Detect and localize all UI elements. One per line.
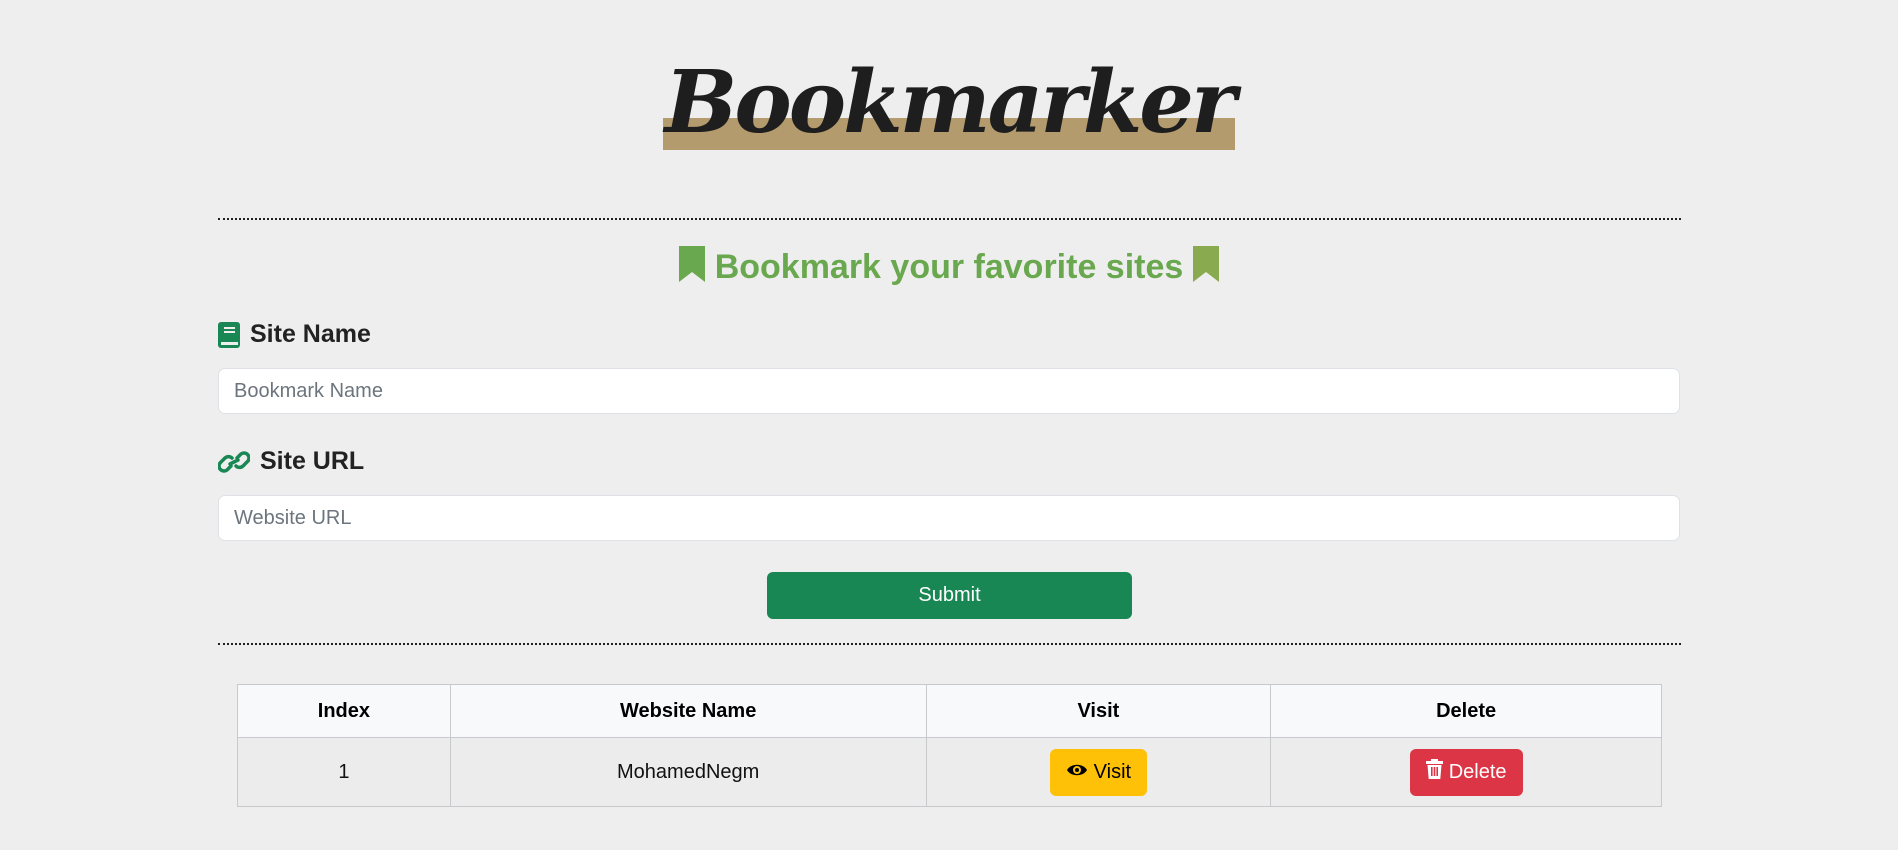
column-header-delete: Delete	[1270, 684, 1662, 738]
book-icon	[218, 321, 240, 348]
column-header-visit: Visit	[925, 684, 1272, 738]
row-delete-cell: Delete	[1270, 737, 1662, 807]
submit-button[interactable]: Submit	[767, 572, 1132, 619]
delete-button[interactable]: Delete	[1409, 748, 1523, 796]
table-row: 1 MohamedNegm Visit Delete	[237, 737, 1662, 807]
bookmarker-page: Bookmarker Bookmark your favorite sites …	[0, 0, 1898, 850]
logo-text: Bookmarker	[664, 52, 1237, 153]
delete-button-label: Delete	[1448, 760, 1507, 783]
form-heading: Bookmark your favorite sites	[0, 246, 1898, 291]
row-index: 1	[237, 737, 451, 807]
bookmark-icon	[678, 246, 705, 291]
link-icon	[218, 450, 250, 474]
app-logo: Bookmarker	[662, 58, 1236, 150]
eye-icon	[1066, 761, 1088, 784]
column-header-website-name: Website Name	[449, 684, 927, 738]
site-name-input[interactable]	[218, 368, 1680, 414]
table-header-row: Index Website Name Visit Delete	[237, 684, 1662, 738]
form-heading-text: Bookmark your favorite sites	[714, 248, 1184, 286]
site-url-label-text: Site URL	[260, 447, 365, 475]
row-website-name: MohamedNegm	[449, 737, 927, 807]
row-visit-cell: Visit	[925, 737, 1272, 807]
bottom-divider	[218, 643, 1681, 645]
bookmarks-table: Index Website Name Visit Delete 1 Mohame…	[237, 684, 1662, 807]
top-divider	[218, 218, 1681, 220]
site-name-label: Site Name	[218, 320, 371, 349]
visit-button-label: Visit	[1093, 760, 1132, 783]
bookmark-icon	[1193, 246, 1220, 291]
visit-button[interactable]: Visit	[1049, 748, 1148, 796]
column-header-index: Index	[237, 684, 451, 738]
logo-container: Bookmarker	[0, 58, 1898, 150]
site-url-label: Site URL	[218, 447, 364, 476]
site-url-input[interactable]	[218, 495, 1680, 541]
trash-icon	[1425, 759, 1443, 785]
site-name-label-text: Site Name	[250, 320, 371, 348]
